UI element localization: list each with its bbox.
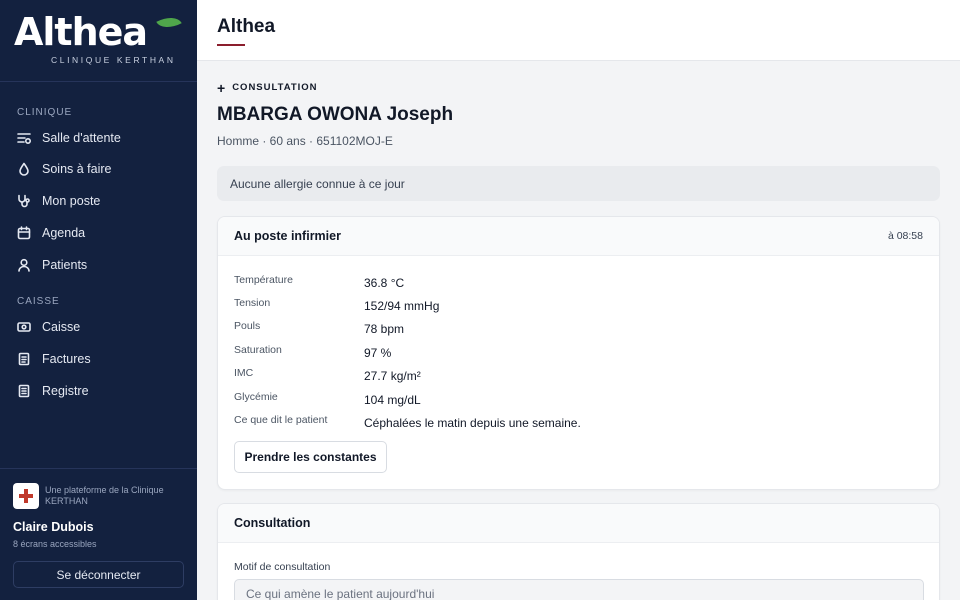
brand-logo: Althea CLINIQUE KERTHAN bbox=[0, 0, 197, 82]
eyebrow-label: CONSULTATION bbox=[232, 82, 318, 93]
sidebar-item-agenda[interactable]: Agenda bbox=[0, 218, 197, 248]
sidebar-item-patients[interactable]: Patients bbox=[0, 250, 197, 280]
sidebar-item-label: Salle d'attente bbox=[42, 131, 121, 145]
document-icon bbox=[17, 352, 31, 366]
sidebar: Althea CLINIQUE KERTHAN CLINIQUE Salle d… bbox=[0, 0, 197, 600]
vital-value: 36.8 °C bbox=[364, 276, 405, 290]
sidebar-item-registre[interactable]: Registre bbox=[0, 376, 197, 406]
patient-meta: Homme · 60 ans · 651102MOJ-E bbox=[217, 134, 393, 148]
logout-button[interactable]: Se déconnecter bbox=[13, 561, 184, 588]
clinic-logo-icon bbox=[13, 483, 39, 509]
sidebar-item-label: Patients bbox=[42, 258, 88, 272]
vital-value: 104 mg/dL bbox=[364, 393, 421, 407]
card-header: Au poste infirmier à 08:58 bbox=[218, 217, 939, 256]
waiting-list-icon bbox=[17, 131, 31, 145]
vital-label: Saturation bbox=[234, 344, 282, 356]
vital-label: Température bbox=[234, 274, 293, 286]
vital-label: Tension bbox=[234, 297, 271, 309]
vital-row: Glycémie 104 mg/dL bbox=[234, 391, 924, 411]
patient-name: MBARGA OWONA Joseph bbox=[217, 104, 454, 125]
vital-row: IMC 27.7 kg/m² bbox=[234, 367, 924, 387]
vital-row: Pouls 78 bpm bbox=[234, 320, 924, 340]
vital-row: Saturation 97 % bbox=[234, 344, 924, 364]
vital-label: Glycémie bbox=[234, 391, 278, 403]
vital-value: 78 bpm bbox=[364, 322, 405, 336]
sidebar-item-salle-attente[interactable]: Salle d'attente bbox=[0, 123, 197, 153]
card-header: Consultation bbox=[218, 504, 939, 543]
stethoscope-icon bbox=[17, 194, 31, 208]
user-screens-count: 8 écrans accessibles bbox=[13, 539, 97, 549]
user-icon bbox=[17, 258, 31, 272]
title-underline bbox=[217, 44, 245, 46]
vital-row: Ce que dit le patient Céphalées le matin… bbox=[234, 414, 924, 434]
card-title: Consultation bbox=[234, 516, 311, 530]
page-title: Althea bbox=[217, 16, 276, 37]
vital-value: 97 % bbox=[364, 346, 392, 360]
sidebar-item-label: Registre bbox=[42, 384, 89, 398]
sidebar-item-label: Mon poste bbox=[42, 194, 101, 208]
sidebar-item-label: Agenda bbox=[42, 226, 86, 240]
vital-row: Température 36.8 °C bbox=[234, 274, 924, 294]
platform-text: Une plateforme de la Clinique KERTHAN bbox=[45, 485, 164, 506]
vital-label: Ce que dit le patient bbox=[234, 414, 328, 426]
consultation-card: Consultation Motif de consultation bbox=[217, 503, 940, 600]
section-label-caisse: CAISSE bbox=[17, 296, 60, 307]
sidebar-item-mon-poste[interactable]: Mon poste bbox=[0, 186, 197, 216]
sidebar-item-caisse[interactable]: Caisse bbox=[0, 312, 197, 342]
nurse-station-card: Au poste infirmier à 08:58 Température 3… bbox=[217, 216, 940, 490]
consultation-eyebrow: + CONSULTATION bbox=[217, 79, 318, 96]
card-time: à 08:58 bbox=[887, 230, 923, 242]
section-label-clinique: CLINIQUE bbox=[17, 107, 73, 118]
allergy-banner: Aucune allergie connue à ce jour bbox=[217, 166, 940, 201]
cash-icon bbox=[17, 320, 31, 334]
leaf-icon bbox=[156, 11, 182, 34]
vital-value: Céphalées le matin depuis une semaine. bbox=[364, 416, 581, 430]
calendar-icon bbox=[17, 226, 31, 240]
sidebar-footer: Une plateforme de la Clinique KERTHAN Cl… bbox=[0, 468, 197, 600]
vital-value: 152/94 mmHg bbox=[364, 299, 440, 313]
reason-field-label: Motif de consultation bbox=[234, 561, 331, 573]
vital-value: 27.7 kg/m² bbox=[364, 369, 421, 383]
reason-input[interactable] bbox=[234, 579, 924, 600]
vital-label: IMC bbox=[234, 367, 254, 379]
brand-name: Althea bbox=[14, 10, 148, 54]
sidebar-item-label: Factures bbox=[42, 352, 91, 366]
register-icon bbox=[17, 384, 31, 398]
plus-icon: + bbox=[217, 79, 227, 96]
sidebar-item-soins[interactable]: Soins à faire bbox=[0, 154, 197, 184]
vital-label: Pouls bbox=[234, 320, 261, 332]
droplet-icon bbox=[17, 162, 31, 176]
topbar: Althea bbox=[197, 0, 960, 61]
brand-subtitle: CLINIQUE KERTHAN bbox=[51, 55, 176, 65]
take-vitals-button[interactable]: Prendre les constantes bbox=[234, 441, 387, 473]
sidebar-item-label: Soins à faire bbox=[42, 162, 112, 176]
sidebar-item-factures[interactable]: Factures bbox=[0, 344, 197, 374]
vital-row: Tension 152/94 mmHg bbox=[234, 297, 924, 317]
card-title: Au poste infirmier bbox=[234, 229, 341, 243]
sidebar-item-label: Caisse bbox=[42, 320, 81, 334]
user-name: Claire Dubois bbox=[13, 520, 94, 534]
